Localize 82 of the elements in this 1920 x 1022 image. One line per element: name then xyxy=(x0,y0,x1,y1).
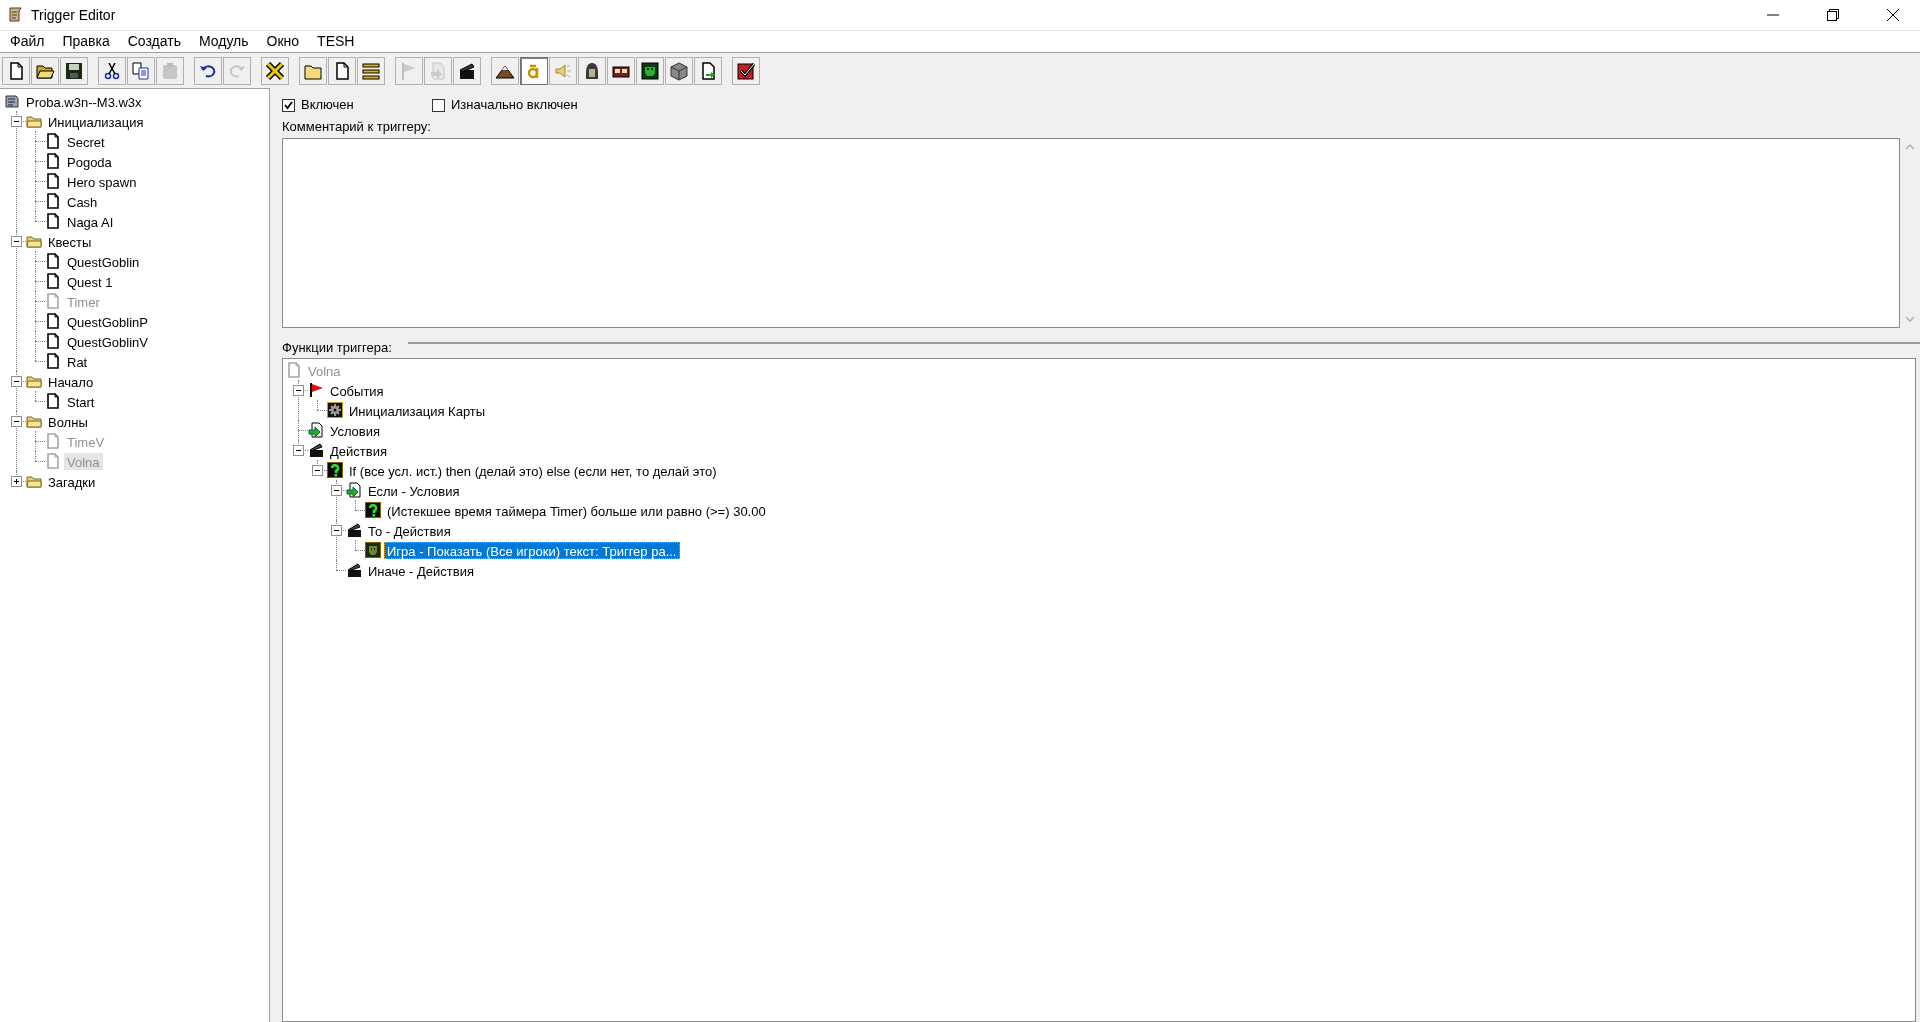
toolbar-button[interactable] xyxy=(357,56,385,85)
tree-item[interactable]: Quest 1 xyxy=(64,272,116,290)
toolbar-button[interactable] xyxy=(2,56,30,85)
tree-item[interactable]: Secret xyxy=(64,132,108,150)
question-icon xyxy=(327,462,343,478)
toolbar-button[interactable] xyxy=(607,56,635,85)
tree-item[interactable]: Загадки xyxy=(45,472,99,490)
toolbar-button[interactable] xyxy=(636,56,664,85)
menu-item[interactable]: Модуль xyxy=(189,30,258,53)
folder-icon xyxy=(26,113,42,129)
scroll-up-icon xyxy=(1905,144,1915,150)
toolbar-button[interactable] xyxy=(578,56,606,85)
cube-icon xyxy=(669,60,689,81)
tree-item[interactable]: Волны xyxy=(45,412,91,430)
clapperboard-icon xyxy=(308,442,324,458)
question-icon xyxy=(365,502,381,518)
close-icon xyxy=(1887,9,1899,21)
gear-icon xyxy=(327,402,343,418)
tree-item[interactable]: Квесты xyxy=(45,232,95,250)
expander-button[interactable] xyxy=(11,116,22,127)
tree-item[interactable]: Начало xyxy=(45,372,97,390)
comment-field[interactable] xyxy=(282,138,1900,328)
checkbox[interactable]: Включен xyxy=(282,95,432,115)
toolbar-button[interactable] xyxy=(261,56,289,85)
paste-icon xyxy=(160,60,180,81)
copy-icon xyxy=(131,60,151,81)
clapperboard-icon xyxy=(346,522,362,538)
tree-item[interactable]: Инициализация xyxy=(45,112,147,130)
cut-icon xyxy=(102,60,122,81)
menu-item[interactable]: TESH xyxy=(308,30,364,53)
page-arrow-icon xyxy=(308,422,324,438)
menu-item[interactable]: Правка xyxy=(53,30,119,53)
toolbar-button[interactable] xyxy=(98,56,126,85)
tick-box-icon xyxy=(736,60,756,81)
toolbar-button[interactable] xyxy=(60,56,88,85)
floppy-icon xyxy=(64,60,84,81)
toolbar-button[interactable] xyxy=(328,56,356,85)
toolbar-button[interactable] xyxy=(665,56,693,85)
tree-item[interactable]: QuestGoblinV xyxy=(64,332,151,350)
scroll-icon xyxy=(7,6,25,24)
face-icon xyxy=(365,542,381,558)
functions-label: Функции триггера: xyxy=(282,340,392,356)
expander-button[interactable] xyxy=(11,376,22,387)
page-arrow-icon xyxy=(346,482,362,498)
tree-item[interactable]: Pogoda xyxy=(64,152,115,170)
folder-icon xyxy=(26,373,42,389)
window-title: Trigger Editor xyxy=(31,5,116,25)
tree-item[interactable]: Start xyxy=(64,392,98,410)
tree-item[interactable]: Rat xyxy=(64,352,91,370)
checkbox[interactable]: Изначально включен xyxy=(432,95,578,115)
folder-icon xyxy=(26,233,42,249)
comment-label: Комментарий к триггеру: xyxy=(282,118,432,136)
restore-icon xyxy=(1827,9,1839,21)
clapperboard-icon xyxy=(346,562,362,578)
menu-item[interactable]: Окно xyxy=(257,30,309,53)
menu-item[interactable]: Файл xyxy=(1,30,54,53)
toolbar-button[interactable] xyxy=(194,56,222,85)
toolbar-button[interactable] xyxy=(491,56,519,85)
checkmark-icon xyxy=(284,100,293,110)
menu-item[interactable]: Создать xyxy=(118,30,190,53)
toolbar-button[interactable] xyxy=(732,56,760,85)
plus-icon xyxy=(12,477,21,486)
cross-icon xyxy=(265,60,285,81)
tree-item[interactable]: QuestGoblin xyxy=(64,252,143,270)
toolbar-button[interactable] xyxy=(31,56,59,85)
face-icon xyxy=(640,60,660,81)
tree-item[interactable]: Proba.w3n--M3.w3x xyxy=(23,92,145,110)
scroll-down-icon xyxy=(1905,316,1915,322)
page-arrow-icon xyxy=(428,60,448,81)
toolbar-button[interactable] xyxy=(694,56,722,85)
folder-icon xyxy=(26,413,42,429)
toolbar-button[interactable] xyxy=(453,56,481,85)
tree-item[interactable]: Hero spawn xyxy=(64,172,140,190)
folder-icon xyxy=(26,473,42,489)
tree-item[interactable]: Cash xyxy=(64,192,101,210)
map-icon xyxy=(4,93,20,109)
tree-item[interactable]: Naga AI xyxy=(64,212,117,230)
expander-button[interactable] xyxy=(11,416,22,427)
expander-button[interactable] xyxy=(11,476,22,487)
tree-item[interactable]: QuestGoblinP xyxy=(64,312,151,330)
list-icon xyxy=(361,60,381,81)
expander-button[interactable] xyxy=(11,236,22,247)
